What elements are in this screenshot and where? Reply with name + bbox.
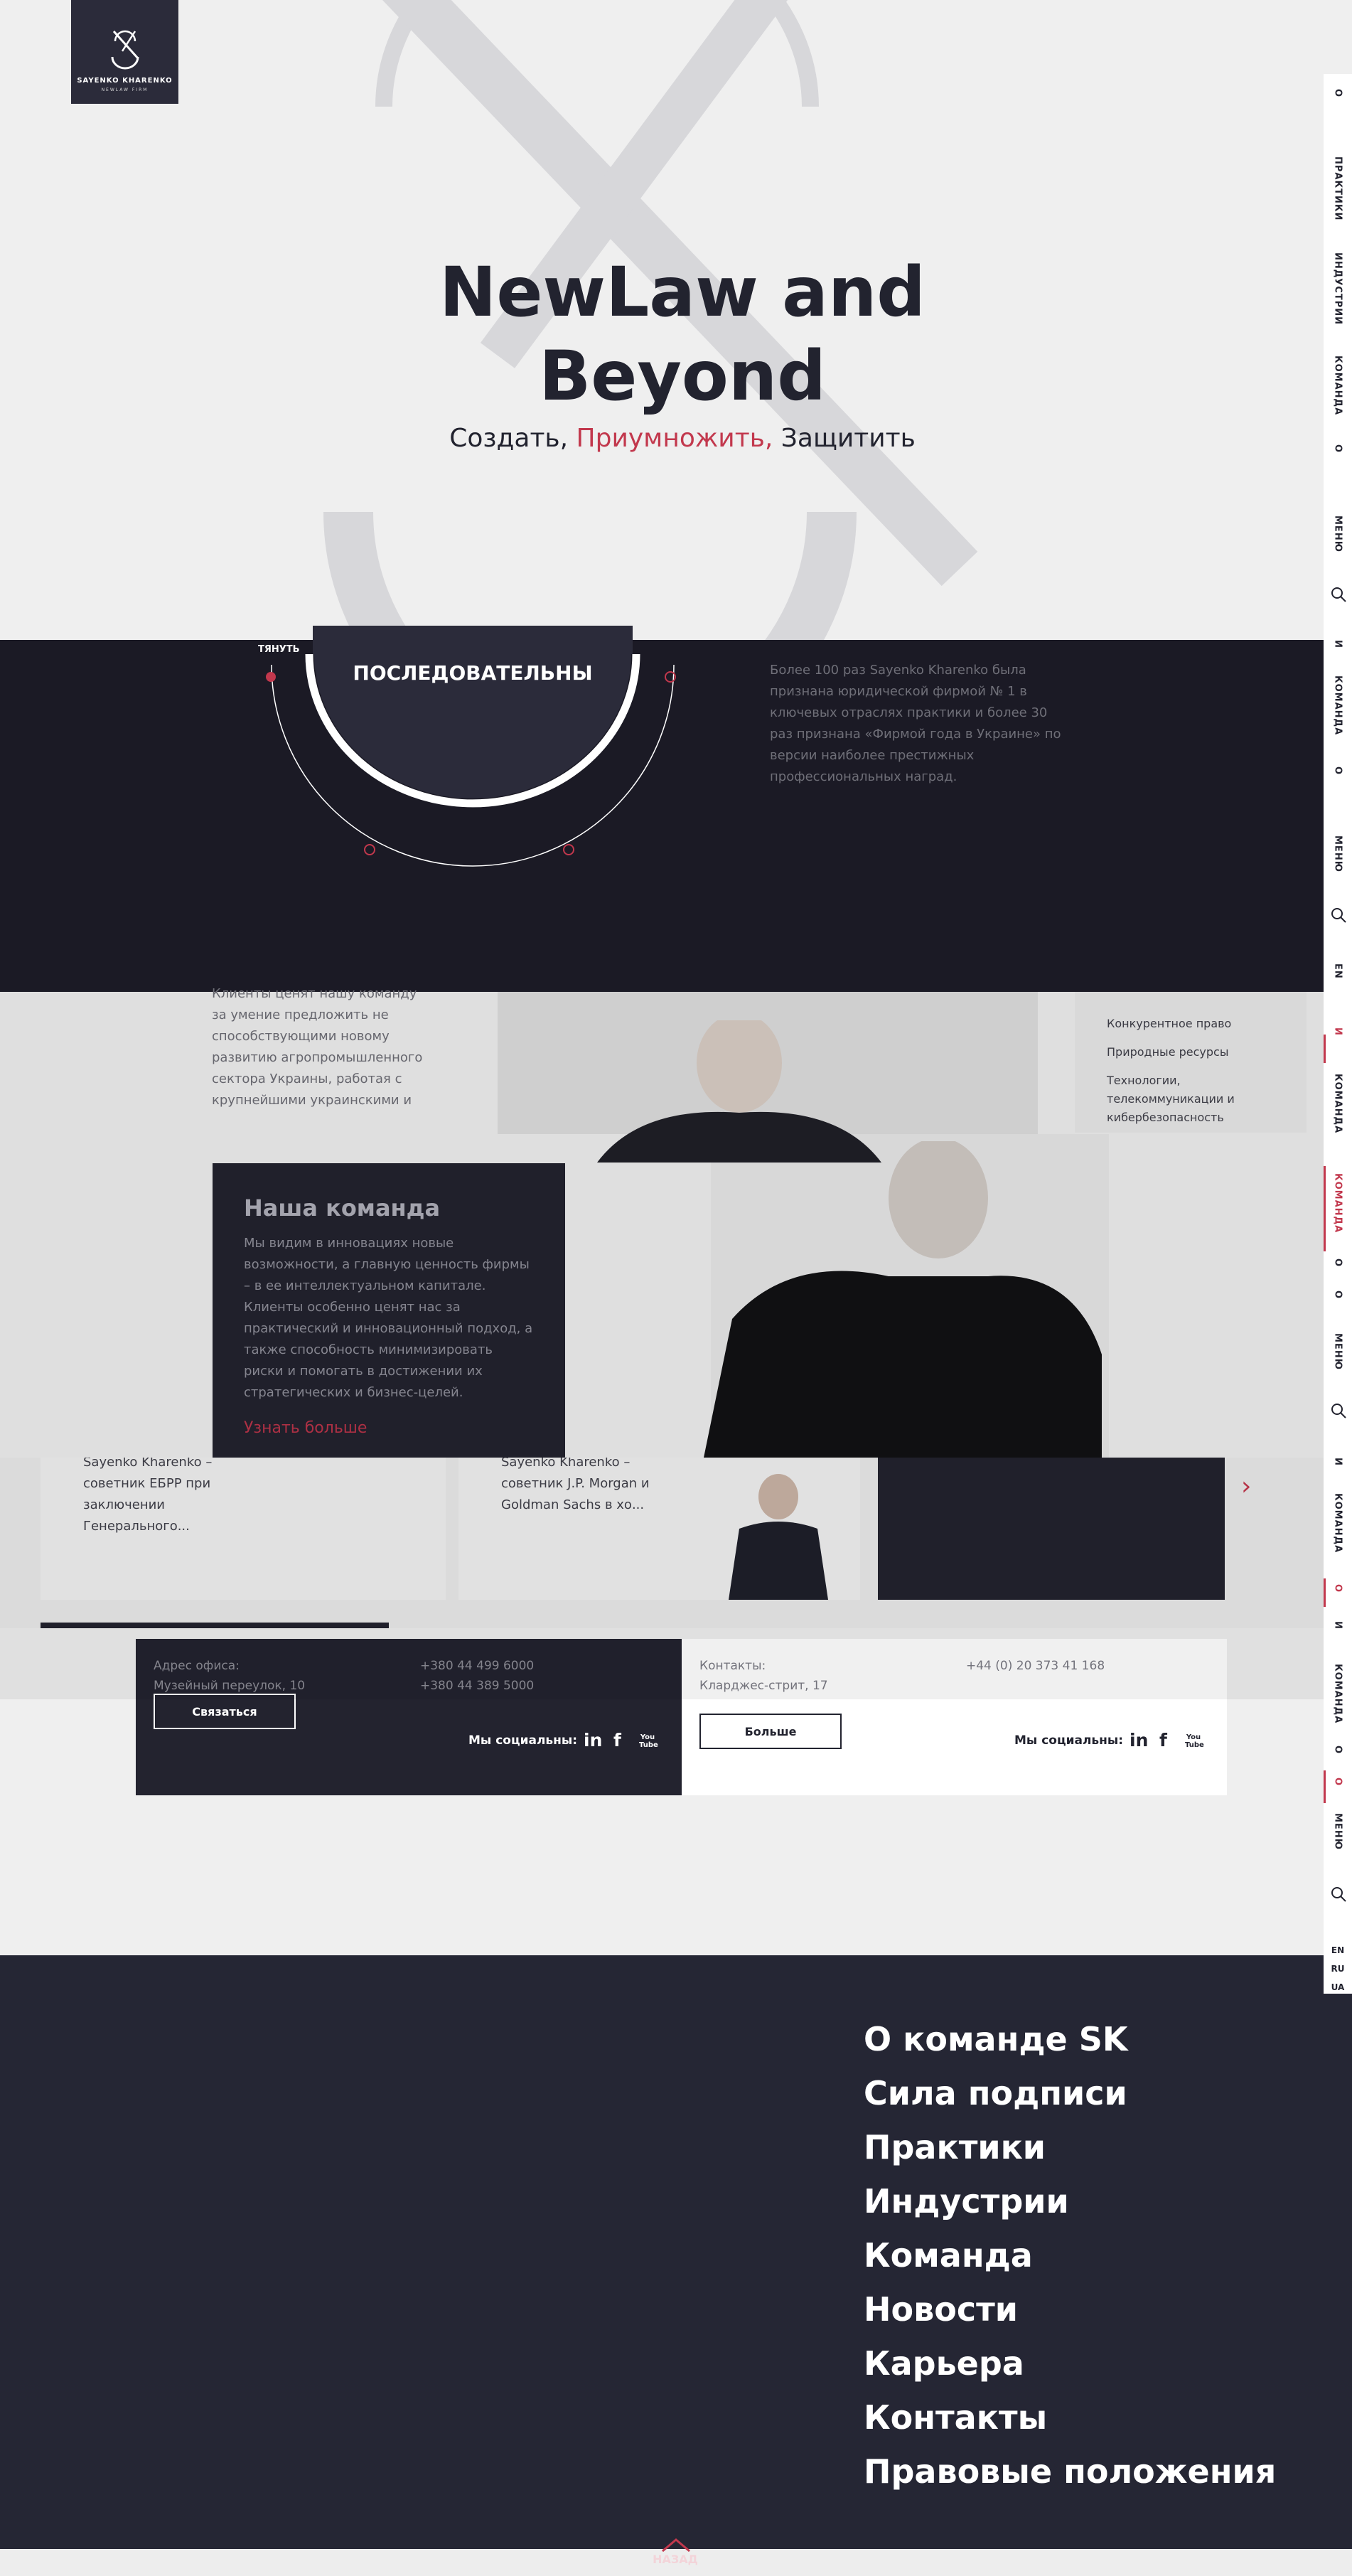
back-up-icon[interactable] xyxy=(661,2537,691,2553)
vnav-o-7[interactable]: О xyxy=(1324,1746,1352,1754)
achievements-text: Более 100 раз Sayenko Kharenko была приз… xyxy=(770,663,1061,784)
vnav-marker-4 xyxy=(1324,1770,1326,1803)
hero-sub-multiply: Приумножить, xyxy=(576,424,773,453)
vnav-menu-4[interactable]: МЕНЮ xyxy=(1324,1813,1352,1850)
footer-nav-contacts[interactable]: Контакты xyxy=(864,2390,1290,2444)
vnav-label: КОМАНДА xyxy=(1332,1173,1343,1234)
vnav-industries[interactable]: ИНДУСТРИИ xyxy=(1324,252,1352,325)
vnav-label: И xyxy=(1332,640,1343,648)
vnav-o-5[interactable]: О xyxy=(1324,1290,1352,1299)
vnav-label: МЕНЮ xyxy=(1332,1813,1343,1850)
hero-title: NewLaw and Beyond xyxy=(398,250,967,418)
vnav-label: О xyxy=(1332,1746,1343,1755)
vnav-o-4[interactable]: О xyxy=(1324,1258,1352,1267)
footer-nav-practices[interactable]: Практики xyxy=(864,2120,1290,2174)
kyiv-linkedin-icon[interactable]: in xyxy=(584,1730,602,1751)
vnav-marker-1 xyxy=(1324,1035,1326,1063)
footer-nav-team[interactable]: Команда xyxy=(864,2228,1290,2282)
vnav-label: О xyxy=(1332,89,1343,98)
vnav-label: МЕНЮ xyxy=(1332,515,1343,552)
london-more-button[interactable]: Больше xyxy=(699,1714,842,1749)
vnav-label: О xyxy=(1332,766,1343,776)
hero-title-line1: NewLaw and xyxy=(439,252,926,332)
hero-sub-create: Создать, xyxy=(449,424,569,453)
vnav-o-8[interactable]: О xyxy=(1324,1778,1352,1786)
vnav-team-1[interactable]: КОМАНДА xyxy=(1324,356,1352,415)
vnav-label: EN xyxy=(1332,963,1343,979)
pull-label: ТЯНУТЬ xyxy=(258,644,300,655)
vnav-label: И xyxy=(1332,1621,1343,1630)
footer-nav-signature[interactable]: Сила подписи xyxy=(864,2066,1290,2120)
vnav-label: О xyxy=(1332,444,1343,454)
hero-title-line2: Beyond xyxy=(539,336,826,416)
logo[interactable]: SAYENKO KHARENKO NEWLAW FIRM xyxy=(71,0,178,104)
vnav-search-icon-4[interactable] xyxy=(1330,1886,1347,1903)
london-facebook-icon[interactable]: f xyxy=(1159,1730,1167,1751)
vnav-label: КОМАНДА xyxy=(1332,356,1343,416)
hero-sub-protect: Защитить xyxy=(780,424,916,453)
london-youtube-icon[interactable]: You Tube xyxy=(1185,1733,1204,1749)
vnav-language-switch[interactable]: EN RU UA xyxy=(1324,1941,1352,1997)
vnav-o-3[interactable]: О xyxy=(1324,766,1352,775)
vnav-label: КОМАНДА xyxy=(1332,675,1343,736)
kyiv-youtube-icon[interactable]: You Tube xyxy=(639,1733,658,1749)
footer-nav-industries[interactable]: Индустрии xyxy=(864,2174,1290,2228)
london-linkedin-icon[interactable]: in xyxy=(1130,1730,1148,1751)
vnav-label: О xyxy=(1332,1584,1343,1593)
kyiv-facebook-icon[interactable]: f xyxy=(613,1730,621,1751)
vnav-label: МЕНЮ xyxy=(1332,1333,1343,1370)
vnav-label: О xyxy=(1332,1290,1343,1300)
vnav-team-4[interactable]: КОМАНДА xyxy=(1324,1493,1352,1553)
vnav-team-active[interactable]: КОМАНДА xyxy=(1324,1173,1352,1233)
footer-nav: О команде SK Сила подписи Практики Индус… xyxy=(864,2012,1290,2498)
vnav-i-3[interactable]: И xyxy=(1324,1458,1352,1466)
vnav-o-1[interactable]: О xyxy=(1324,89,1352,97)
vnav-label: О xyxy=(1332,1258,1343,1268)
vnav-i-4[interactable]: И xyxy=(1324,1621,1352,1630)
vnav-i-1[interactable]: И xyxy=(1324,640,1352,648)
dim-overlay xyxy=(0,992,1324,1699)
vnav-o-2[interactable]: О xyxy=(1324,444,1352,453)
vnav-label: МЕНЮ xyxy=(1332,835,1343,872)
vnav-label: И xyxy=(1332,1458,1343,1466)
back-link[interactable]: НАЗАД xyxy=(647,2553,704,2566)
vnav-search-icon-2[interactable] xyxy=(1330,907,1347,924)
vnav-search-icon-1[interactable] xyxy=(1330,586,1347,603)
vnav-team-5[interactable]: КОМАНДА xyxy=(1324,1664,1352,1723)
footer-nav-news[interactable]: Новости xyxy=(864,2282,1290,2336)
vnav-team-2[interactable]: КОМАНДА xyxy=(1324,675,1352,735)
vnav-label: И xyxy=(1332,1027,1343,1036)
logo-monogram-icon xyxy=(111,30,139,70)
vnav-label: КОМАНДА xyxy=(1332,1074,1343,1134)
hero-subtitle: Создать, Приумножить, Защитить xyxy=(398,424,967,453)
vnav-label: КОМАНДА xyxy=(1332,1493,1343,1554)
vnav-o-6[interactable]: О xyxy=(1324,1584,1352,1593)
vnav-label: ПРАКТИКИ xyxy=(1332,156,1343,221)
vnav-i-2[interactable]: И xyxy=(1324,1027,1352,1036)
footer-nav-about[interactable]: О команде SK xyxy=(864,2012,1290,2066)
kyiv-social-label: Мы социальны: xyxy=(468,1733,578,1748)
vnav-practices[interactable]: ПРАКТИКИ xyxy=(1324,156,1352,220)
vnav-search-icon-3[interactable] xyxy=(1330,1402,1347,1419)
footer-nav-career[interactable]: Карьера xyxy=(864,2336,1290,2390)
vnav-menu-3[interactable]: МЕНЮ xyxy=(1324,1333,1352,1370)
dial-value: ПОСЛЕДОВАТЕЛЬНЫ xyxy=(353,661,593,685)
vnav-label: ИНДУСТРИИ xyxy=(1332,252,1343,326)
vnav-label: О xyxy=(1332,1778,1343,1787)
hero-section: SAYENKO KHARENKO NEWLAW FIRM NewLaw and … xyxy=(0,0,1324,640)
vnav-label: КОМАНДА xyxy=(1332,1664,1343,1724)
vnav-en-1[interactable]: EN xyxy=(1324,963,1352,979)
logo-brand: SAYENKO KHARENKO xyxy=(77,77,173,85)
vnav-menu-2[interactable]: МЕНЮ xyxy=(1324,835,1352,872)
logo-sub: NEWLAW FIRM xyxy=(101,87,149,92)
london-social-label: Мы социальны: xyxy=(1014,1733,1124,1748)
page-root: SAYENKO KHARENKO NEWLAW FIRM NewLaw and … xyxy=(0,0,1352,2576)
vnav-menu-1[interactable]: МЕНЮ xyxy=(1324,515,1352,552)
vnav-team-3[interactable]: КОМАНДА xyxy=(1324,1074,1352,1133)
footer-nav-legal[interactable]: Правовые положения xyxy=(864,2444,1290,2498)
